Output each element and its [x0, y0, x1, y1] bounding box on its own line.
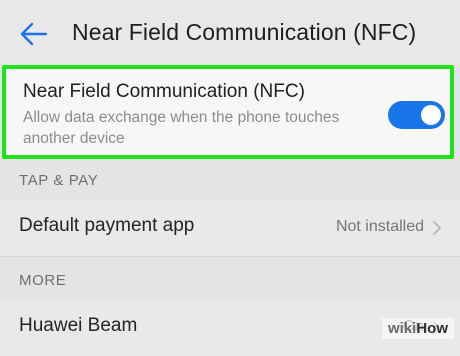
default-payment-app-value: Not installed [335, 218, 424, 235]
wikihow-watermark: wikiHow [381, 318, 454, 339]
section-header-more: MORE [19, 272, 67, 289]
page-title: Near Field Communication (NFC) [72, 19, 417, 45]
nfc-toggle[interactable] [388, 101, 445, 129]
divider [0, 256, 460, 257]
huawei-beam-label: Huawei Beam [19, 315, 138, 336]
default-payment-app-row[interactable]: Default payment app Not installed [0, 200, 460, 256]
toggle-knob [421, 105, 441, 125]
watermark-suffix: How [416, 320, 448, 337]
back-arrow-icon[interactable] [20, 22, 48, 46]
nfc-setting-label: Near Field Communication (NFC) [23, 81, 305, 102]
watermark-prefix: wiki [387, 320, 417, 337]
nfc-setting-description: Allow data exchange when the phone touch… [23, 109, 340, 147]
nfc-setting-row[interactable]: Near Field Communication (NFC) Allow dat… [2, 65, 454, 159]
chevron-right-icon [433, 221, 441, 235]
section-header-tap-pay: TAP & PAY [19, 172, 99, 189]
default-payment-app-label: Default payment app [19, 215, 195, 236]
app-header: Near Field Communication (NFC) [0, 0, 460, 66]
